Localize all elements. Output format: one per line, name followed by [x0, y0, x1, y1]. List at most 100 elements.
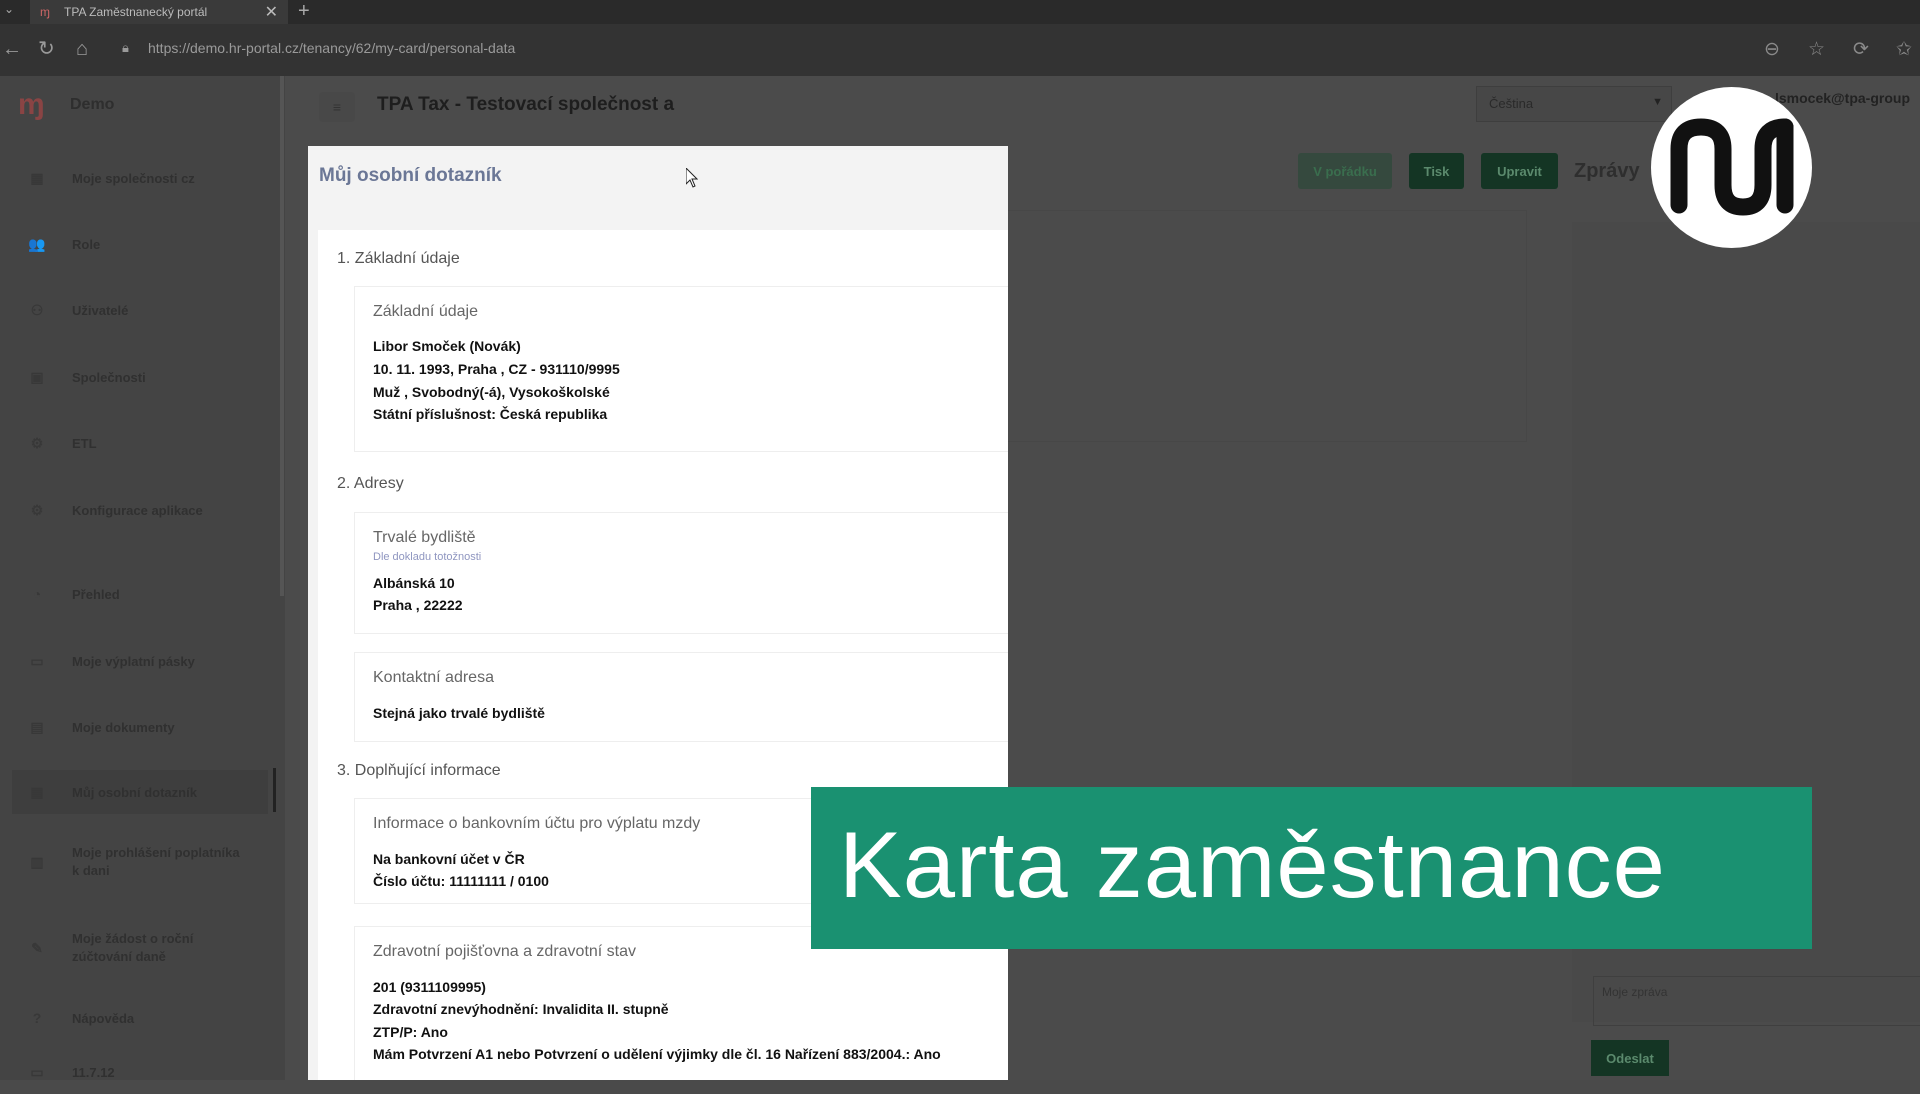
- home-icon[interactable]: ⌂: [76, 38, 88, 60]
- sidebar-item-questionnaire[interactable]: ▦ Můj osobní dotazník: [12, 770, 268, 814]
- settings-icon: ⚙: [30, 501, 44, 518]
- version-icon: ▭: [30, 1063, 44, 1080]
- tab-close-icon[interactable]: ✕: [265, 2, 278, 22]
- ok-button[interactable]: V pořádku: [1298, 153, 1392, 189]
- tab-list-icon[interactable]: ⌄: [4, 2, 14, 16]
- sidebar-item-overview[interactable]: ◔ Přehled: [0, 572, 270, 616]
- section-heading: 2. Adresy: [337, 475, 404, 492]
- sidebar-item-tax-declaration[interactable]: ▥ Moje prohlášení poplatníka k dani: [0, 840, 270, 884]
- declaration-icon: ▥: [30, 854, 44, 870]
- modal-content: 1. Základní údaje Základní údaje Libor S…: [318, 230, 1008, 1080]
- sidebar-item-label: Společnosti: [72, 369, 146, 385]
- user-group-icon: ⚇: [30, 301, 44, 318]
- sidebar-item-users[interactable]: ⚇ Uživatelé: [0, 288, 270, 332]
- contact-address-value: Stejná jako trvalé bydliště: [373, 705, 545, 721]
- sidebar-scrollbar[interactable]: [280, 76, 284, 596]
- personal-status: Muž , Svobodný(-á), Vysokoškolské: [373, 384, 610, 400]
- sidebar-item-label: ETL: [72, 435, 97, 451]
- company-icon: ▣: [30, 368, 44, 385]
- sidebar-item-app-config[interactable]: ⚙ Konfigurace aplikace: [0, 488, 270, 532]
- sidebar-item-label: Moje výplatní pásky: [72, 653, 195, 669]
- reader-icon[interactable]: ⊖: [1764, 38, 1780, 61]
- sidebar-item-label: Uživatelé: [72, 302, 129, 318]
- card-subheading: Dle dokladu totožnosti: [373, 551, 482, 563]
- insurance-number: 201 (9311109995): [373, 979, 486, 995]
- favorites-icon[interactable]: ✩: [1896, 38, 1912, 61]
- logo-icon: ɱ: [18, 88, 45, 121]
- nationality: Státní příslušnost: Česká republika: [373, 406, 608, 422]
- dashboard-icon: ◔: [32, 586, 42, 602]
- users-icon: 👥: [28, 235, 46, 252]
- sidebar-item-label: Role: [72, 236, 101, 252]
- brand-name: Demo: [70, 96, 115, 113]
- sidebar-item-companies[interactable]: ▦ Moje společnosti cz: [0, 156, 270, 200]
- address-bar: ← ↻ ⌂ 🔒︎ https://demo.hr-portal.cz/tenan…: [0, 24, 1920, 76]
- sidebar-item-documents[interactable]: ▤ Moje dokumenty: [0, 705, 270, 749]
- card-heading: Informace o bankovním účtu pro výplatu m…: [373, 815, 701, 832]
- section-heading: 3. Doplňující informace: [337, 762, 501, 779]
- city-zip: Praha , 22222: [373, 597, 463, 613]
- sidebar-item-company-list[interactable]: ▣ Společnosti: [0, 355, 270, 399]
- sidebar-item-etl[interactable]: ⚙ ETL: [0, 421, 270, 465]
- sidebar: ɱ Demo ▦ Moje společnosti cz 👥 Role ⚇ Už…: [0, 76, 285, 1080]
- reload-icon[interactable]: ↻: [38, 38, 55, 60]
- account-number: Číslo účtu: 11111111 / 0100: [373, 873, 549, 889]
- payslip-icon: ▭: [30, 652, 44, 669]
- sidebar-item-label: Moje prohlášení poplatníka k dani: [72, 845, 240, 878]
- sidebar-item-roles[interactable]: 👥 Role: [0, 222, 270, 266]
- sidebar-active-indicator: [273, 768, 276, 812]
- print-button[interactable]: Tisk: [1409, 153, 1464, 189]
- browser-tab[interactable]: ɱ TPA Zaměstnanecký portál ✕: [30, 0, 288, 24]
- sidebar-item-label: Moje společnosti cz: [72, 170, 195, 186]
- tab-title: TPA Zaměstnanecký portál: [64, 5, 208, 19]
- send-button[interactable]: Odeslat: [1591, 1040, 1669, 1076]
- sidebar-item-tax-request[interactable]: ✎ Moje žádost o roční zúčtování daně: [0, 926, 270, 970]
- mouse-cursor-icon: [686, 168, 698, 188]
- document-icon: ▤: [30, 718, 44, 735]
- ztp-status: ZTP/P: Ano: [373, 1024, 448, 1040]
- section-heading: 1. Základní údaje: [337, 250, 460, 267]
- bookmark-star-icon[interactable]: ☆: [1808, 38, 1825, 61]
- request-icon: ✎: [31, 940, 43, 956]
- gear-icon: ⚙: [30, 434, 44, 451]
- menu-toggle-icon[interactable]: ≡: [319, 92, 355, 122]
- favicon-icon: ɱ: [40, 5, 50, 19]
- new-tab-button[interactable]: +: [298, 0, 310, 22]
- sidebar-item-label: Přehled: [72, 586, 120, 602]
- title-banner: Karta zaměstnance: [811, 787, 1812, 949]
- sidebar-item-version: ▭ 11.7.12: [0, 1050, 270, 1094]
- extensions-icon[interactable]: ⟳: [1853, 38, 1869, 61]
- basic-info-card: Základní údaje Libor Smoček (Novák) 10. …: [354, 286, 1008, 452]
- contact-address-card: Kontaktní adresa Stejná jako trvalé bydl…: [354, 652, 1008, 742]
- sidebar-item-help[interactable]: ? Nápověda: [0, 996, 270, 1040]
- card-heading: Kontaktní adresa: [373, 669, 494, 686]
- modal-title: Můj osobní dotazník: [319, 165, 502, 186]
- banner-text: Karta zaměstnance: [839, 812, 1666, 917]
- bank-type: Na bankovní účet v ČR: [373, 851, 525, 867]
- back-icon[interactable]: ←: [2, 38, 22, 60]
- lock-icon[interactable]: 🔒︎: [122, 40, 129, 56]
- building-icon: ▦: [30, 169, 44, 186]
- sidebar-item-label: Nápověda: [72, 1010, 135, 1026]
- help-icon: ?: [32, 1010, 42, 1026]
- url-field[interactable]: https://demo.hr-portal.cz/tenancy/62/my-…: [148, 40, 515, 56]
- questionnaire-icon: ▦: [30, 783, 44, 800]
- card-heading: Základní údaje: [373, 303, 478, 320]
- edit-button[interactable]: Upravit: [1481, 153, 1558, 189]
- sidebar-item-label: Moje žádost o roční zúčtování daně: [72, 931, 194, 964]
- sidebar-item-label: Můj osobní dotazník: [72, 784, 197, 800]
- a1-confirmation: Mám Potvrzení A1 nebo Potvrzení o udělen…: [373, 1046, 941, 1062]
- language-select[interactable]: Čeština ▼: [1476, 86, 1672, 122]
- sidebar-item-payslips[interactable]: ▭ Moje výplatní pásky: [0, 639, 270, 683]
- street: Albánská 10: [373, 575, 455, 591]
- messages-title: Zprávy: [1574, 160, 1640, 182]
- permanent-address-card: Trvalé bydliště Dle dokladu totožnosti A…: [354, 512, 1008, 634]
- background-card: [1005, 210, 1527, 442]
- sidebar-item-label: Moje dokumenty: [72, 719, 175, 735]
- message-input[interactable]: Moje zpráva: [1593, 976, 1920, 1026]
- card-heading: Zdravotní pojišťovna a zdravotní stav: [373, 943, 637, 960]
- language-value: Čeština: [1489, 96, 1534, 111]
- version-label: 11.7.12: [72, 1064, 115, 1080]
- full-name: Libor Smoček (Novák): [373, 338, 521, 354]
- browser-tab-strip: ⌄ ɱ TPA Zaměstnanecký portál ✕ +: [0, 0, 1920, 24]
